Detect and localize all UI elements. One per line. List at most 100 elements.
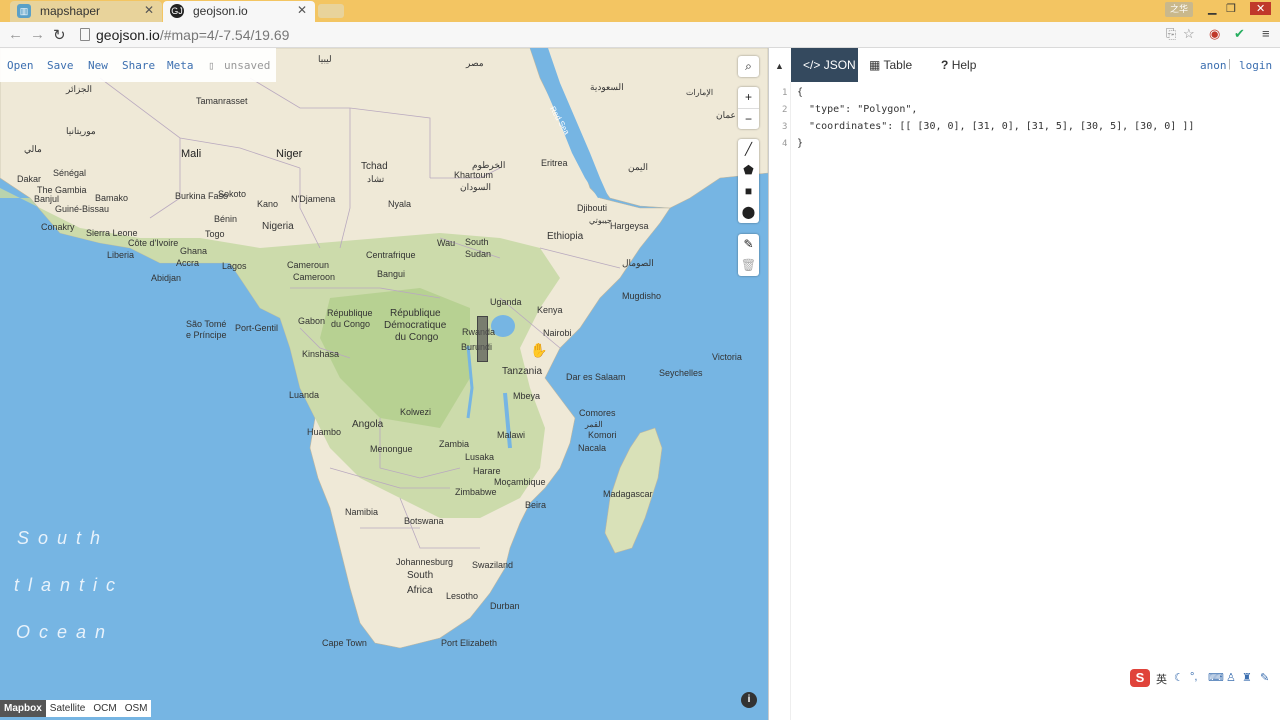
map-label: Mali	[181, 148, 202, 160]
map-label: Seychelles	[659, 368, 703, 378]
map-label: تشاد	[367, 174, 385, 184]
map-label: Bénin	[214, 214, 238, 224]
editor-panel: ▲ </> JSON ▦ Table ? Help anon | login 1…	[768, 48, 1280, 720]
url-host: geojson.io	[96, 27, 160, 43]
save-button[interactable]: Save	[47, 59, 74, 72]
new-tab-button[interactable]	[318, 4, 344, 18]
layer-satellite[interactable]: Satellite	[45, 700, 90, 717]
maximize-icon[interactable]: ❐	[1226, 2, 1236, 15]
drawn-polygon[interactable]	[477, 316, 488, 362]
file-icon: ▯	[208, 59, 215, 72]
map-label: Centrafrique	[366, 250, 416, 260]
map-label: Lusaka	[465, 452, 495, 462]
forward-icon[interactable]: →	[30, 26, 45, 43]
map-label: Moçambique	[494, 477, 546, 487]
reload-icon[interactable]: ↻	[53, 26, 66, 44]
close-window-icon[interactable]: ✕	[1250, 2, 1272, 15]
map-label: Banjul	[34, 194, 60, 204]
map-label: اليمن	[628, 162, 649, 172]
browser-tab-mapshaper[interactable]: ▥ mapshaper ✕	[10, 1, 162, 22]
map-label: Dar es Salaam	[566, 372, 626, 382]
map-label: Port Elizabeth	[441, 638, 498, 648]
minimize-icon[interactable]: ▁	[1208, 2, 1216, 15]
collapse-panel-icon[interactable]: ▲	[775, 61, 784, 71]
tab-title: mapshaper	[40, 4, 101, 18]
map-label: Tamanrasset	[196, 96, 248, 106]
layer-mapbox[interactable]: Mapbox	[0, 700, 46, 717]
ime-toolbar: S 英 ☾ °, ⌨ ♙ ♜ ✎	[1128, 668, 1278, 688]
layer-osm[interactable]: OSM	[120, 700, 152, 717]
map-label: du Congo	[331, 319, 371, 329]
line-number: 4	[782, 139, 788, 149]
menu-icon[interactable]: ≡	[1262, 26, 1270, 41]
map-label: Bangui	[377, 269, 406, 279]
map-label: Sénégal	[53, 168, 87, 178]
search-control[interactable]: ⌕	[738, 56, 759, 77]
open-button[interactable]: Open	[7, 59, 34, 72]
bookmark-star-icon[interactable]: ☆	[1183, 26, 1195, 42]
map-label: Togo	[205, 229, 225, 239]
browser-tab-geojson[interactable]: GJ geojson.io ✕	[163, 1, 315, 22]
wrench-icon[interactable]: ✎	[1260, 671, 1269, 684]
draw-polygon-icon[interactable]: ⬟	[738, 160, 759, 181]
json-editor[interactable]: 1 2 3 4 { "type": "Polygon", "coordinate…	[769, 82, 1280, 720]
map-label: Nigeria	[262, 221, 294, 232]
layer-ocm[interactable]: OCM	[89, 700, 121, 717]
draw-rectangle-icon[interactable]: ■	[738, 181, 759, 202]
shirt-icon[interactable]: ♜	[1242, 671, 1252, 684]
info-icon[interactable]: i	[741, 692, 757, 708]
map-label: Mugdisho	[622, 291, 662, 301]
share-button[interactable]: Share	[122, 59, 155, 72]
ime-logo-icon[interactable]: S	[1130, 669, 1150, 687]
close-icon[interactable]: ✕	[144, 3, 154, 17]
map-label: جيبوتي	[589, 216, 612, 225]
map-label: Sierra Leone	[86, 228, 138, 238]
moon-icon[interactable]: ☾	[1174, 671, 1184, 684]
close-icon[interactable]: ✕	[297, 3, 307, 17]
tab-table[interactable]: ▦ Table	[869, 48, 912, 82]
profile-badge[interactable]: 之华	[1165, 2, 1193, 17]
zoom-in-icon[interactable]: +	[738, 87, 759, 108]
new-button[interactable]: New	[88, 59, 108, 72]
map-label: الإمارات	[686, 88, 714, 97]
zoom-out-icon[interactable]: −	[738, 108, 759, 129]
meta-button[interactable]: Meta	[167, 59, 194, 72]
map-label: République	[327, 308, 373, 318]
map-label: Lagos	[222, 261, 247, 271]
extension-icon[interactable]: ◉	[1209, 26, 1220, 42]
extension-check-icon[interactable]: ✔	[1234, 26, 1245, 42]
map-label: Durban	[490, 601, 520, 611]
map-label: Guiné-Bissau	[55, 204, 110, 214]
keyboard-icon[interactable]: ⌨	[1208, 671, 1224, 684]
login-link[interactable]: login	[1239, 59, 1272, 72]
punctuation-icon[interactable]: °,	[1190, 671, 1197, 683]
separator: |	[1228, 58, 1231, 70]
map-label: Eritrea	[541, 158, 568, 168]
map-label: Gabon	[298, 316, 326, 326]
map-label: Niger	[276, 148, 303, 160]
map-basemap	[0, 48, 768, 649]
ime-language[interactable]: 英	[1156, 671, 1167, 687]
tab-json[interactable]: </> JSON	[791, 48, 858, 82]
map-label: Mbeya	[513, 391, 541, 401]
edit-icon[interactable]: ✎	[738, 234, 759, 255]
map-label: Khartoum	[454, 170, 494, 180]
back-icon[interactable]: ←	[8, 26, 23, 43]
map-label: South	[465, 237, 489, 247]
map-label: عمان	[716, 110, 736, 120]
layer-switcher: Mapbox Satellite OCM OSM	[0, 700, 152, 718]
draw-marker-icon[interactable]: ⬤	[738, 202, 759, 223]
trash-icon[interactable]: 🗑	[738, 255, 759, 276]
search-icon[interactable]: ⌕	[738, 56, 759, 77]
map-label: Menongue	[370, 444, 413, 454]
translate-icon[interactable]: ⎘	[1166, 26, 1176, 42]
user-icon[interactable]: ♙	[1226, 671, 1236, 684]
address-bar[interactable]: geojson.io/#map=4/-7.54/19.69	[76, 25, 1202, 45]
tab-help[interactable]: ? Help	[941, 48, 976, 82]
map-label: Africa	[407, 585, 433, 596]
map-canvas[interactable]: مصر ليبيا الجزائر السعودية الإمارات عمان…	[0, 48, 768, 720]
draw-line-icon[interactable]: ╱	[738, 139, 759, 160]
anon-link[interactable]: anon	[1200, 59, 1227, 72]
map-label: مالي	[24, 144, 42, 154]
code-line: {	[797, 87, 804, 98]
